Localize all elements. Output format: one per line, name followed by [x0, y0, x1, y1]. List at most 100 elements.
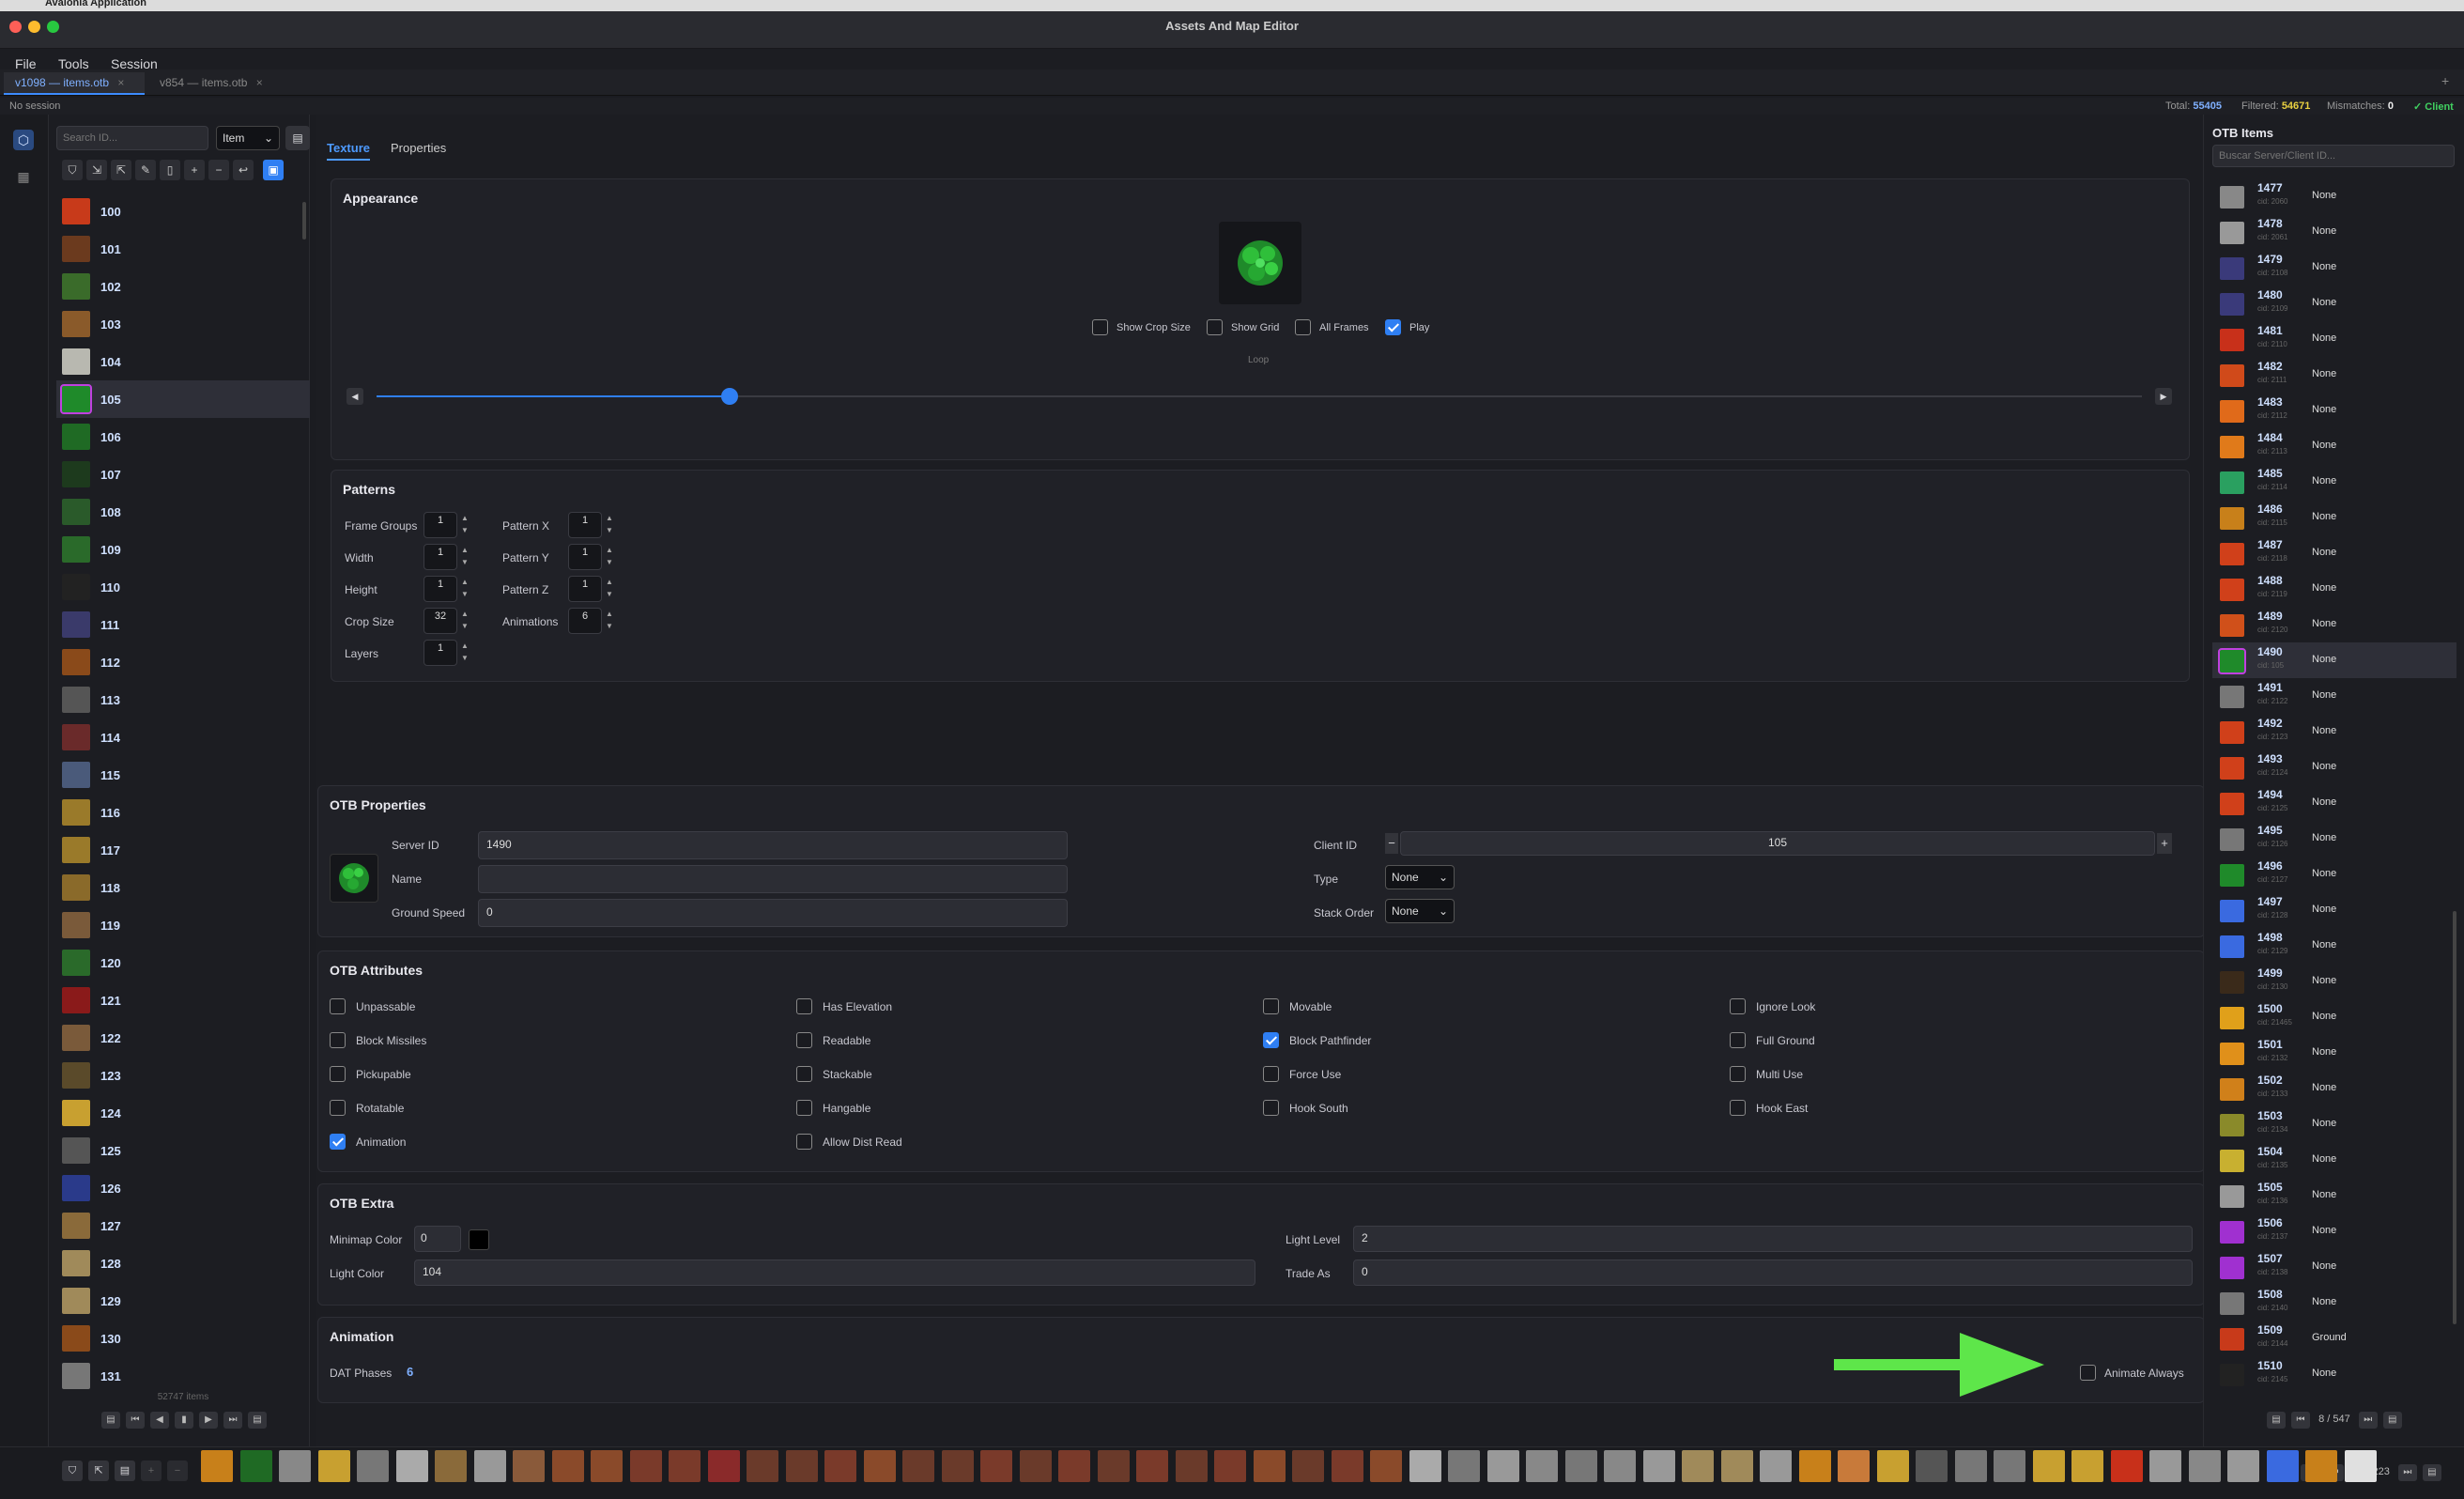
sprite-thumb[interactable] — [1175, 1450, 1208, 1482]
sprite-thumb[interactable] — [707, 1450, 740, 1482]
otb-list-item[interactable]: 1490 cid: 105 None — [2212, 642, 2456, 678]
sprite-thumb[interactable] — [2149, 1450, 2181, 1482]
sprite-thumb[interactable] — [1409, 1450, 1441, 1482]
client-id-increment[interactable]: + — [2157, 833, 2172, 854]
left-list-item[interactable]: 102 — [56, 268, 310, 305]
remove-icon[interactable]: − — [208, 160, 229, 180]
export-icon[interactable]: ⇱ — [111, 160, 131, 180]
attribute-checkbox[interactable] — [796, 1100, 812, 1116]
sprite-thumb[interactable] — [1253, 1450, 1286, 1482]
name-field[interactable] — [478, 865, 1068, 893]
pattern-stepper[interactable]: 1 — [424, 576, 457, 602]
sprite-thumb[interactable] — [201, 1450, 233, 1482]
left-list-item[interactable]: 108 — [56, 493, 310, 531]
sprite-thumb[interactable] — [669, 1450, 701, 1482]
otb-list-item[interactable]: 1479 cid: 2108 None — [2212, 250, 2456, 286]
sprite-thumb[interactable] — [1954, 1450, 1987, 1482]
otb-list-item[interactable]: 1501 cid: 2132 None — [2212, 1035, 2456, 1071]
pager-save-icon[interactable]: ▤ — [2267, 1412, 2286, 1429]
ground-speed-field[interactable]: 0 — [478, 899, 1068, 927]
attribute-checkbox[interactable] — [1730, 1032, 1746, 1048]
left-list-item[interactable]: 123 — [56, 1057, 310, 1094]
otb-list-item[interactable]: 1502 cid: 2133 None — [2212, 1071, 2456, 1106]
close-tab-icon[interactable]: × — [256, 76, 263, 89]
sprite-thumb[interactable] — [1564, 1450, 1597, 1482]
map-view-icon[interactable]: ▦ — [13, 166, 34, 187]
pager-last-icon[interactable]: ⏭ — [2358, 1412, 2378, 1429]
stepper-arrows-icon[interactable]: ▲ ▼ — [606, 608, 617, 634]
left-list-item[interactable]: 105 — [56, 380, 310, 418]
sprite-thumb[interactable] — [2032, 1450, 2065, 1482]
sprite-thumb[interactable] — [1214, 1450, 1246, 1482]
left-list-item[interactable]: 104 — [56, 343, 310, 380]
left-list-item[interactable]: 114 — [56, 719, 310, 756]
sprite-thumb[interactable] — [1486, 1450, 1519, 1482]
sprite-thumb[interactable] — [1642, 1450, 1675, 1482]
sprite-thumb[interactable] — [1876, 1450, 1909, 1482]
otb-list-item[interactable]: 1494 cid: 2125 None — [2212, 785, 2456, 821]
left-list-item[interactable]: 128 — [56, 1244, 310, 1282]
attribute-checkbox[interactable] — [330, 1100, 346, 1116]
left-list-item[interactable]: 130 — [56, 1320, 310, 1357]
minimap-color-swatch[interactable] — [469, 1229, 489, 1250]
strip-import-icon[interactable]: ⛉ — [62, 1460, 83, 1481]
sprite-thumb[interactable] — [279, 1450, 311, 1482]
otb-list-item[interactable]: 1481 cid: 2110 None — [2212, 321, 2456, 357]
frame-slider-handle[interactable] — [721, 388, 738, 405]
sprite-thumb[interactable] — [317, 1450, 350, 1482]
pager-next-icon[interactable]: ▶ — [199, 1412, 218, 1429]
stepper-arrows-icon[interactable]: ▲ ▼ — [461, 544, 472, 570]
sprite-thumb[interactable] — [2266, 1450, 2299, 1482]
left-list-item[interactable]: 121 — [56, 981, 310, 1019]
otb-list-item[interactable]: 1482 cid: 2111 None — [2212, 357, 2456, 393]
prev-frame-button[interactable]: ◀ — [346, 388, 363, 405]
sprite-thumb[interactable] — [863, 1450, 896, 1482]
left-list-item[interactable]: 100 — [56, 193, 310, 230]
sprite-thumb[interactable] — [1916, 1450, 1948, 1482]
sprite-thumb[interactable] — [2227, 1450, 2259, 1482]
otb-list-item[interactable]: 1508 cid: 2140 None — [2212, 1285, 2456, 1321]
stepper-arrows-icon[interactable]: ▲ ▼ — [461, 512, 472, 538]
sprite-thumb[interactable] — [1292, 1450, 1324, 1482]
otb-list-item[interactable]: 1486 cid: 2115 None — [2212, 500, 2456, 535]
left-list-item[interactable]: 113 — [56, 681, 310, 719]
otb-list-item[interactable]: 1509 cid: 2144 Ground — [2212, 1321, 2456, 1356]
left-list-item[interactable]: 116 — [56, 794, 310, 831]
otb-list-item[interactable]: 1496 cid: 2127 None — [2212, 857, 2456, 892]
pager-settings-icon[interactable]: ▤ — [2382, 1412, 2402, 1429]
sprite-thumb[interactable] — [1994, 1450, 2025, 1482]
strip-export-icon[interactable]: ⇱ — [88, 1460, 109, 1481]
otb-list-item[interactable]: 1497 cid: 2128 None — [2212, 892, 2456, 928]
sprite-thumb[interactable] — [1798, 1450, 1831, 1482]
show-crop-size-checkbox[interactable] — [1092, 319, 1108, 335]
sprite-thumb[interactable] — [513, 1450, 545, 1482]
pattern-stepper[interactable]: 32 — [424, 608, 457, 634]
sprite-thumb[interactable] — [824, 1450, 856, 1482]
attribute-checkbox[interactable] — [330, 998, 346, 1014]
sprite-thumb[interactable] — [629, 1450, 662, 1482]
attribute-checkbox[interactable] — [796, 1066, 812, 1082]
search-id-input[interactable] — [56, 126, 208, 150]
attribute-checkbox[interactable] — [330, 1066, 346, 1082]
attribute-checkbox[interactable] — [1263, 998, 1279, 1014]
otb-list-item[interactable]: 1488 cid: 2119 None — [2212, 571, 2456, 607]
sprite-thumb[interactable] — [1019, 1450, 1052, 1482]
left-list-item[interactable]: 110 — [56, 568, 310, 606]
left-list-scrollbar[interactable] — [302, 202, 306, 240]
attribute-checkbox[interactable] — [796, 998, 812, 1014]
new-tab-icon[interactable]: + — [2441, 73, 2449, 88]
left-list-item[interactable]: 117 — [56, 831, 310, 869]
left-list-item[interactable]: 109 — [56, 531, 310, 568]
sprite-thumb[interactable] — [473, 1450, 506, 1482]
minimap-color-field[interactable]: 0 — [414, 1226, 461, 1252]
light-level-field[interactable]: 2 — [1353, 1226, 2193, 1252]
stepper-arrows-icon[interactable]: ▲ ▼ — [606, 544, 617, 570]
attribute-checkbox[interactable] — [1730, 1066, 1746, 1082]
pattern-stepper[interactable]: 1 — [424, 544, 457, 570]
left-list-item[interactable]: 127 — [56, 1207, 310, 1244]
otb-list-item[interactable]: 1495 cid: 2126 None — [2212, 821, 2456, 857]
tab-texture[interactable]: Texture — [327, 141, 370, 161]
attribute-checkbox[interactable] — [330, 1032, 346, 1048]
sprite-thumb[interactable] — [1058, 1450, 1090, 1482]
show-grid-checkbox[interactable] — [1207, 319, 1223, 335]
